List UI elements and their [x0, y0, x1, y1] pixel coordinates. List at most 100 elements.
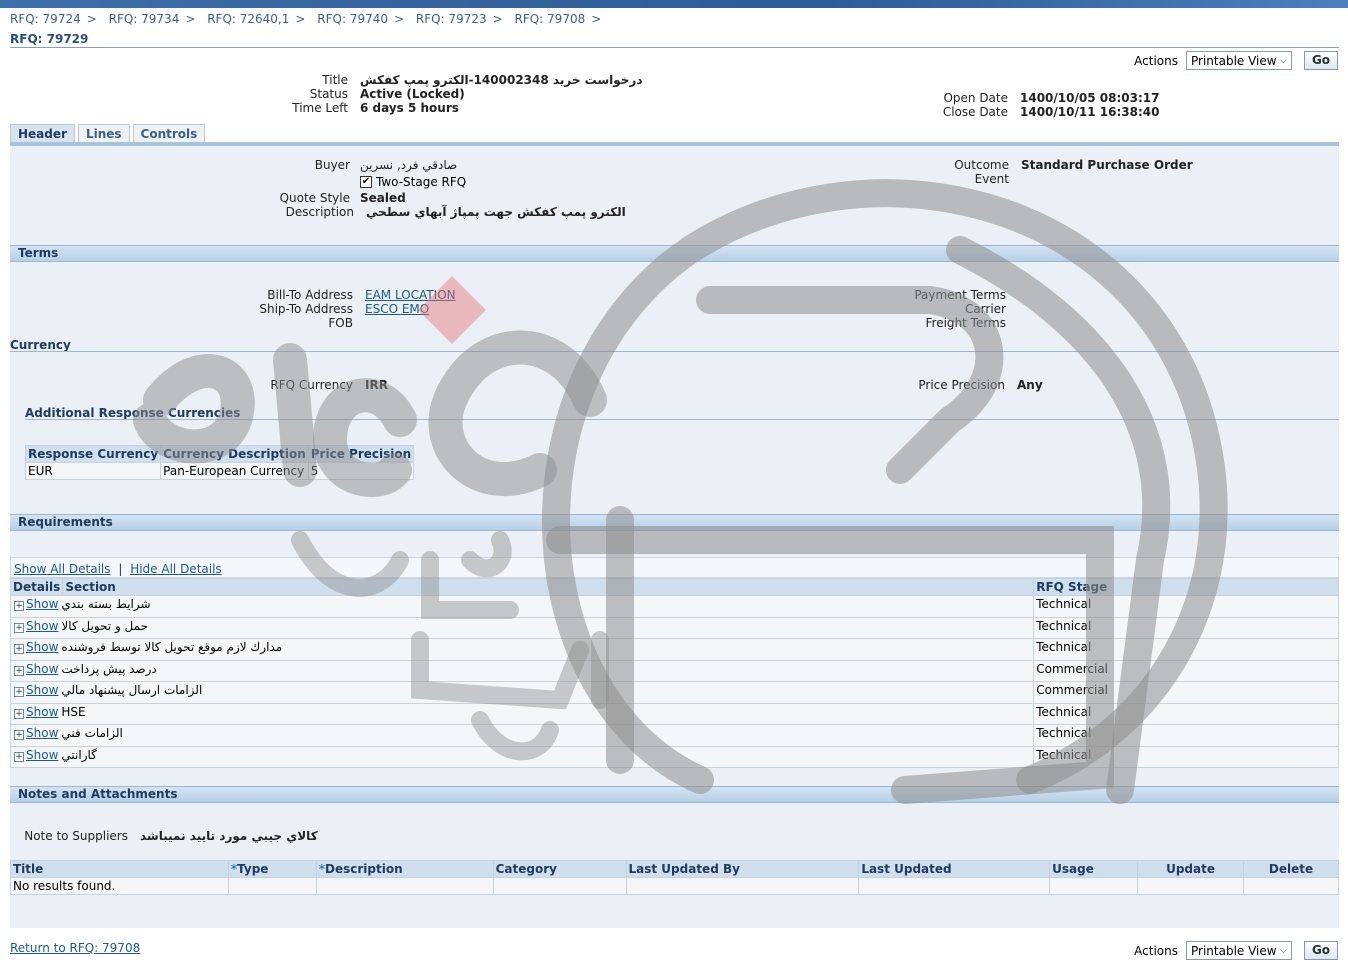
- actions-select[interactable]: Printable View ⌵: [1186, 941, 1292, 960]
- additional-currencies-heading: Additional Response Currencies: [25, 406, 241, 420]
- price-precision-value: Any: [1017, 378, 1043, 392]
- open-date-label: Open Date: [943, 91, 1008, 105]
- open-date-value: 1400/10/05 08:03:17: [1020, 91, 1160, 105]
- actions-select-value: Printable View: [1191, 943, 1277, 958]
- expand-plus-icon[interactable]: +: [14, 751, 24, 762]
- actions-bar-bottom: Actions Printable View ⌵ Go: [1134, 941, 1338, 960]
- show-details-link[interactable]: Show: [26, 748, 58, 762]
- breadcrumb-link[interactable]: RFQ: 79734: [109, 12, 180, 26]
- table-row: EUR Pan-European Currency 5: [24, 462, 415, 480]
- stage-cell: Commercial: [1033, 681, 1339, 704]
- outcome-value: Standard Purchase Order: [1021, 158, 1193, 172]
- two-stage-field: ✔ Two-Stage RFQ: [360, 175, 466, 189]
- page-title: RFQ: 79729: [10, 32, 89, 46]
- show-all-details-link[interactable]: Show All Details: [14, 562, 111, 576]
- section-name: شرايط بسته بندي: [61, 597, 151, 611]
- stage-cell: Technical: [1033, 638, 1339, 661]
- expand-plus-icon[interactable]: +: [14, 601, 24, 611]
- section-name: الزامات ارسال پيشنهاد مالي: [61, 683, 203, 697]
- title-label: Title: [322, 73, 348, 87]
- tab-controls[interactable]: Controls: [132, 124, 206, 144]
- ship-to-label: Ship-To Address: [259, 302, 353, 316]
- event-label: Event: [974, 172, 1009, 186]
- section-cell: + Show حمل و تحويل كالا: [9, 616, 1035, 639]
- table-row: + Show درصد پيش پرداخت Commercial: [9, 659, 1339, 682]
- freight-terms-label: Freight Terms: [925, 316, 1007, 330]
- stage-cell: Technical: [1033, 724, 1339, 747]
- attachments-table: Title *Type *Description Category Last U…: [10, 860, 1339, 895]
- breadcrumb: RFQ: 79724 > RFQ: 79734 > RFQ: 72640,1 > RF…: [10, 12, 609, 26]
- toggle-separator: |: [118, 562, 123, 576]
- table-row: + Show HSE Technical: [9, 702, 1339, 725]
- section-name: مدارك لازم موقع تحويل كالا توسط فروشنده: [61, 640, 283, 654]
- table-row: + Show الزامات ارسال پيشنهاد مالي Commerci…: [9, 681, 1339, 704]
- buyer-label: Buyer: [314, 158, 350, 172]
- title-divider: [10, 47, 1339, 48]
- empty-message: No results found.: [10, 877, 229, 895]
- breadcrumb-separator: >: [295, 12, 306, 26]
- section-name: درصد پيش پرداخت: [61, 661, 157, 676]
- column-header: Currency Description: [160, 445, 309, 463]
- stage-cell: Technical: [1033, 702, 1339, 725]
- requirements-heading: Requirements: [10, 514, 1339, 531]
- show-details-link[interactable]: Show: [26, 640, 58, 654]
- breadcrumb-link[interactable]: RFQ: 79723: [416, 12, 487, 26]
- expand-plus-icon[interactable]: +: [14, 644, 24, 654]
- chevron-down-icon: ⌵: [1280, 945, 1287, 956]
- breadcrumb-separator: >: [591, 12, 602, 26]
- table-row: + Show گارانتي Technical: [9, 745, 1339, 768]
- rfq-currency-label: RFQ Currency: [270, 378, 353, 392]
- section-cell: + Show الزامات فني: [9, 724, 1035, 747]
- column-header: RFQ Stage: [1033, 578, 1339, 596]
- column-header: *Description: [315, 860, 494, 878]
- breadcrumb-link[interactable]: RFQ: 79708: [515, 12, 586, 26]
- show-details-link[interactable]: Show: [26, 726, 58, 740]
- breadcrumb-link[interactable]: RFQ: 79740: [317, 12, 388, 26]
- table-cell: 5: [307, 462, 415, 480]
- response-currency-table: Response Currency Currency Description P…: [24, 445, 415, 480]
- bill-to-link[interactable]: EAM LOCATION: [365, 288, 456, 302]
- tab-header[interactable]: Header: [10, 124, 75, 144]
- show-details-link[interactable]: Show: [26, 683, 58, 697]
- show-details-link[interactable]: Show: [26, 597, 58, 611]
- note-to-suppliers-value: كالاي جيبي مورد تاييد نميباشد: [140, 829, 318, 843]
- time-left-value: 6 days 5 hours: [360, 101, 459, 115]
- ship-to-link[interactable]: ESCO EMO: [365, 302, 429, 316]
- tab-lines[interactable]: Lines: [77, 124, 130, 144]
- column-header: Usage: [1049, 860, 1139, 878]
- expand-plus-icon[interactable]: +: [14, 730, 24, 740]
- show-details-link[interactable]: Show: [26, 619, 58, 633]
- expand-plus-icon[interactable]: +: [14, 687, 24, 697]
- actions-select-value: Printable View: [1191, 53, 1277, 68]
- show-details-link[interactable]: Show: [26, 662, 58, 676]
- chevron-down-icon: ⌵: [1280, 55, 1287, 66]
- column-header: Response Currency: [24, 445, 162, 463]
- return-link[interactable]: Return to RFQ: 79708: [10, 941, 140, 955]
- expand-plus-icon[interactable]: +: [14, 708, 24, 719]
- section-cell: + Show مدارك لازم موقع تحويل كالا توسط فرو…: [9, 638, 1035, 661]
- close-date-label: Close Date: [942, 105, 1008, 119]
- go-button[interactable]: Go: [1304, 51, 1338, 70]
- expand-plus-icon[interactable]: +: [14, 622, 24, 633]
- time-left-label: Time Left: [292, 101, 348, 115]
- show-details-link[interactable]: Show: [26, 705, 58, 719]
- actions-select[interactable]: Printable View ⌵: [1186, 51, 1292, 70]
- section-cell: + Show گارانتي: [9, 745, 1035, 768]
- stage-cell: Commercial: [1033, 659, 1339, 682]
- notes-heading: Notes and Attachments: [10, 786, 1339, 803]
- hide-all-details-link[interactable]: Hide All Details: [130, 562, 221, 576]
- content-panel: [10, 146, 1339, 928]
- two-stage-label: Two-Stage RFQ: [376, 175, 467, 189]
- table-row: + Show شرايط بسته بندي Technical: [9, 595, 1339, 618]
- rfq-currency-value: IRR: [365, 378, 388, 392]
- go-button[interactable]: Go: [1304, 941, 1338, 960]
- status-label: Status: [309, 87, 348, 101]
- table-row: + Show حمل و تحويل كالا Technical: [9, 616, 1339, 639]
- breadcrumb-link[interactable]: RFQ: 72640,1: [207, 12, 289, 26]
- stage-cell: Technical: [1033, 616, 1339, 639]
- table-row: + Show الزامات فني Technical: [9, 724, 1339, 747]
- breadcrumb-link[interactable]: RFQ: 79724: [10, 12, 81, 26]
- expand-plus-icon[interactable]: +: [14, 665, 24, 676]
- additional-currencies-divider: [25, 419, 1339, 420]
- breadcrumb-separator: >: [394, 12, 405, 26]
